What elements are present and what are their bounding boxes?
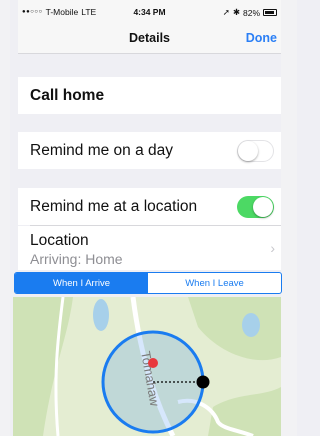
remind-day-toggle[interactable] xyxy=(237,139,274,162)
bluetooth-icon: ✱ xyxy=(232,7,240,17)
remind-location-cell: Remind me at a location xyxy=(18,188,281,225)
navigation-bar: Details Done xyxy=(18,22,281,54)
status-bar: ●●○○○ T-Mobile LTE 4:34 PM ➚ ✱ 82% xyxy=(18,0,281,22)
battery-icon xyxy=(263,9,277,16)
map-canvas: Tomahaw xyxy=(13,297,281,436)
location-cell[interactable]: Location Arriving: Home › xyxy=(18,226,281,270)
remind-day-cell: Remind me on a day xyxy=(18,132,281,169)
arrive-leave-segmented-control: When I Arrive When I Leave xyxy=(14,272,282,294)
location-arrow-icon: ➚ xyxy=(222,7,230,17)
map-water xyxy=(93,299,109,331)
location-value: Arriving: Home xyxy=(30,251,123,267)
toggle-knob xyxy=(238,140,258,161)
segment-when-i-arrive[interactable]: When I Arrive xyxy=(15,273,148,293)
remind-location-label: Remind me at a location xyxy=(30,197,198,215)
segment-when-i-leave[interactable]: When I Leave xyxy=(148,273,281,293)
location-pin-icon xyxy=(148,358,158,368)
geofence-resize-handle[interactable] xyxy=(196,375,210,389)
geofence-map[interactable]: Tomahaw xyxy=(13,297,281,436)
status-right: ➚ ✱ 82% xyxy=(223,7,277,18)
location-label: Location xyxy=(30,232,89,249)
chevron-right-icon: › xyxy=(270,240,275,256)
done-button[interactable]: Done xyxy=(246,31,277,45)
battery-percent: 82% xyxy=(242,7,260,18)
remind-location-toggle[interactable] xyxy=(237,195,274,218)
remind-day-label: Remind me on a day xyxy=(30,141,174,159)
device-frame-left xyxy=(0,0,10,436)
map-water xyxy=(242,313,260,337)
task-title: Call home xyxy=(30,86,105,104)
toggle-knob xyxy=(253,196,273,217)
page-title: Details xyxy=(129,31,170,45)
task-title-cell[interactable]: Call home xyxy=(18,77,281,114)
device-frame-right xyxy=(281,0,297,436)
